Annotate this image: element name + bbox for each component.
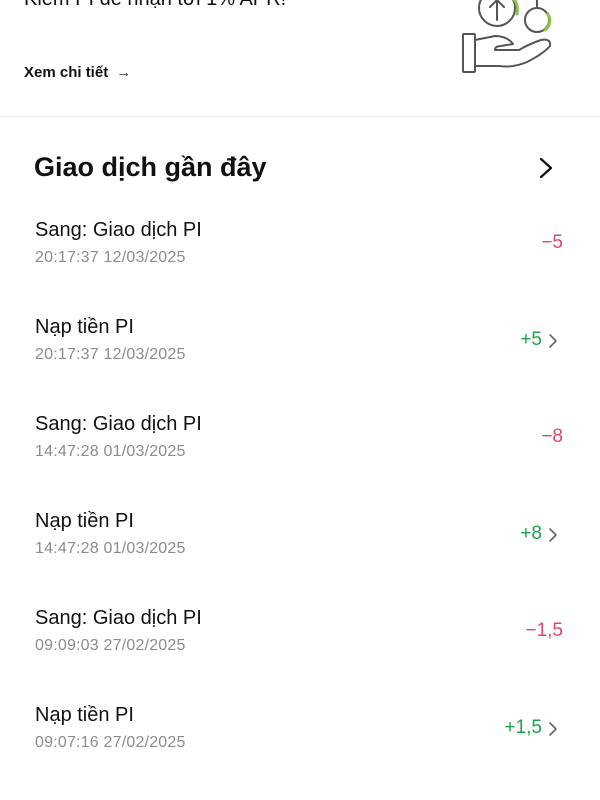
see-details-label: Xem chi tiết	[24, 64, 109, 81]
chevron-right-icon[interactable]	[548, 721, 558, 737]
transaction-timestamp: 09:07:16 27/02/2025	[35, 734, 186, 751]
transaction-timestamp: 20:17:37 12/03/2025	[35, 346, 186, 363]
transaction-timestamp: 14:47:28 01/03/2025	[35, 540, 186, 557]
transaction-amount: −5	[541, 232, 563, 253]
recent-transactions-header[interactable]: Giao dịch gần đây	[0, 140, 600, 196]
transaction-amount: +1,5	[504, 717, 542, 738]
hand-coins-icon	[462, 0, 552, 73]
chevron-right-icon[interactable]	[548, 527, 558, 543]
chevron-right-icon[interactable]	[548, 333, 558, 349]
transaction-amount: +5	[520, 329, 542, 350]
transaction-timestamp: 09:09:03 27/02/2025	[35, 637, 186, 654]
transaction-title: Sang: Giao dịch PI	[35, 413, 202, 435]
transaction-title: Sang: Giao dịch PI	[35, 219, 202, 241]
transaction-amount: +8	[520, 523, 542, 544]
transaction-row[interactable]: Nạp tiền PI 09:07:16 27/02/2025 +1,5	[0, 685, 600, 782]
transaction-amount: −1,5	[525, 620, 563, 641]
transaction-row[interactable]: Nạp tiền PI 20:17:37 12/03/2025 +5	[0, 297, 600, 394]
transaction-title: Nạp tiền PI	[35, 316, 134, 338]
promo-banner: Kiếm PI để nhận tới 1% APR! Xem chi tiết…	[0, 0, 600, 116]
transaction-row[interactable]: Nạp tiền PI 14:47:28 01/03/2025 +8	[0, 491, 600, 588]
transaction-title: Nạp tiền PI	[35, 510, 134, 532]
section-divider	[0, 116, 600, 117]
transaction-timestamp: 14:47:28 01/03/2025	[35, 443, 186, 460]
transaction-title: Nạp tiền PI	[35, 704, 134, 726]
transaction-row[interactable]: Sang: Giao dịch PI 14:47:28 01/03/2025 −…	[0, 394, 600, 491]
transaction-list: Sang: Giao dịch PI 20:17:37 12/03/2025 −…	[0, 200, 600, 782]
section-title: Giao dịch gần đây	[34, 152, 267, 182]
transaction-amount: −8	[541, 426, 563, 447]
promo-text: Kiếm PI để nhận tới 1% APR!	[24, 0, 286, 11]
transaction-timestamp: 20:17:37 12/03/2025	[35, 249, 186, 266]
arrow-right-icon: →	[116, 64, 132, 81]
see-details-link[interactable]: Xem chi tiết →	[24, 64, 131, 81]
transaction-row[interactable]: Sang: Giao dịch PI 20:17:37 12/03/2025 −…	[0, 200, 600, 297]
transaction-title: Sang: Giao dịch PI	[35, 607, 202, 629]
chevron-right-icon[interactable]	[538, 156, 554, 180]
transaction-row[interactable]: Sang: Giao dịch PI 09:09:03 27/02/2025 −…	[0, 588, 600, 685]
